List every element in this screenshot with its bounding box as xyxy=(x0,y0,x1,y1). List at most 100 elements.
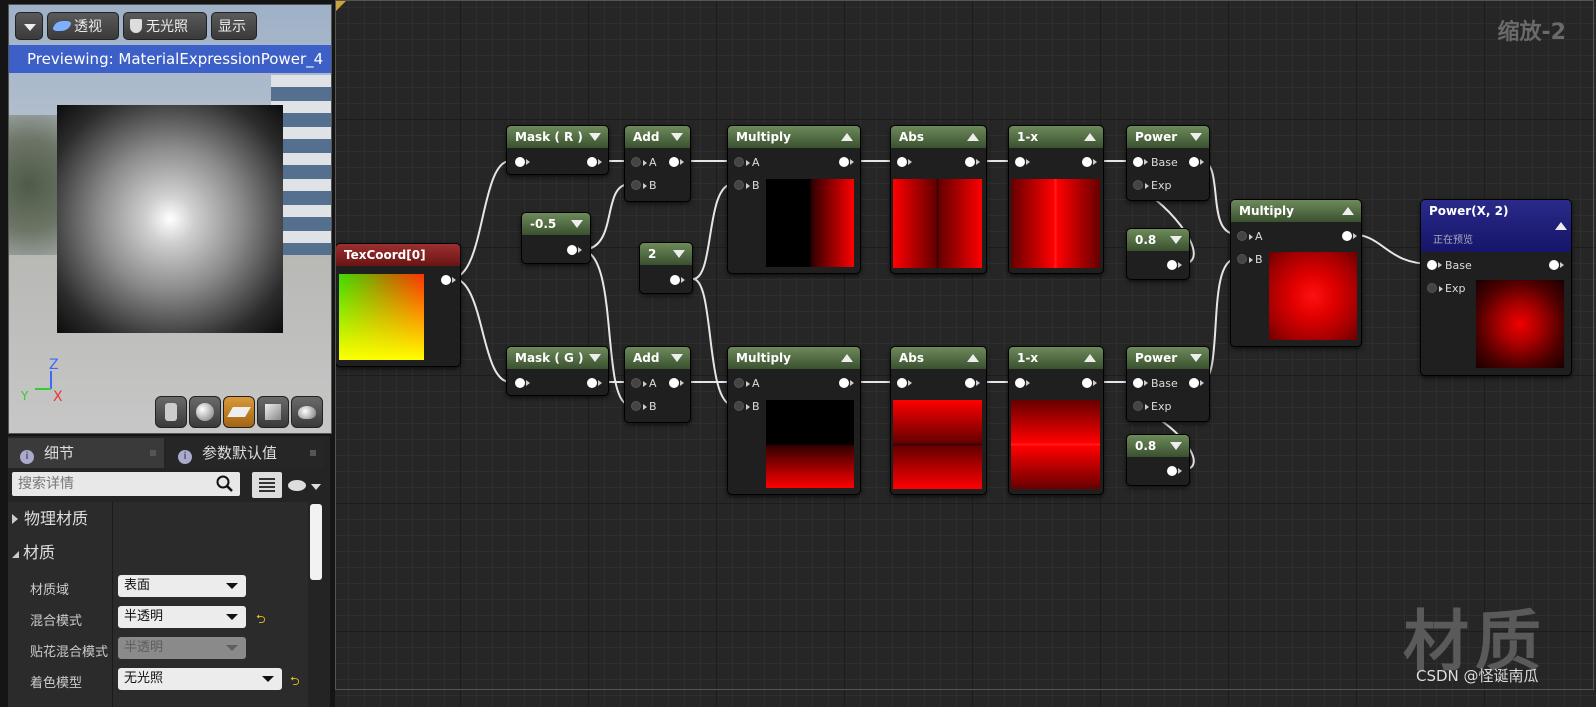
input-pin-exp[interactable] xyxy=(1133,180,1149,190)
collapse-icon[interactable] xyxy=(1342,207,1354,215)
input-pin-base[interactable] xyxy=(1427,260,1442,270)
sphere-preview-button[interactable] xyxy=(189,396,221,428)
input-pin-b[interactable] xyxy=(631,180,647,190)
input-pin-b[interactable] xyxy=(734,401,750,411)
node-result-power[interactable]: Power(X, 2) 正在预览 Base Exp xyxy=(1420,199,1572,376)
output-pin[interactable] xyxy=(1167,466,1182,476)
input-pin-a[interactable] xyxy=(1237,231,1253,241)
input-pin-exp[interactable] xyxy=(1133,401,1149,411)
tab-details[interactable]: i 细节 xyxy=(8,438,164,468)
collapse-icon[interactable] xyxy=(1084,133,1096,141)
node-one-minus-x-bottom[interactable]: 1-x xyxy=(1008,346,1104,495)
output-pin[interactable] xyxy=(567,245,582,255)
input-pin[interactable] xyxy=(515,378,530,388)
property-matrix-button[interactable] xyxy=(252,472,282,498)
input-pin-a[interactable] xyxy=(734,378,750,388)
cube-preview-button[interactable] xyxy=(257,396,289,428)
input-pin[interactable] xyxy=(897,157,912,167)
node-multiply-bottom[interactable]: Multiply A B xyxy=(727,346,861,495)
node-multiply-final[interactable]: Multiply A B xyxy=(1230,199,1362,347)
material-domain-select[interactable]: 表面 xyxy=(118,575,246,597)
show-button[interactable]: 显示 xyxy=(211,12,257,40)
output-pin[interactable] xyxy=(441,275,456,285)
node-const-neg05[interactable]: -0.5 xyxy=(521,212,591,264)
category-physical-material[interactable]: 物理材质 xyxy=(12,504,88,534)
visibility-options-button[interactable] xyxy=(286,476,326,496)
collapse-icon[interactable] xyxy=(589,354,601,362)
plane-preview-button[interactable] xyxy=(223,396,255,428)
collapse-icon[interactable] xyxy=(841,354,853,362)
input-pin-base[interactable] xyxy=(1133,157,1148,167)
collapse-icon[interactable] xyxy=(1170,236,1182,244)
output-pin[interactable] xyxy=(965,157,980,167)
category-material[interactable]: 材质 xyxy=(12,538,55,568)
shading-model-select[interactable]: 无光照 xyxy=(118,668,282,690)
input-pin[interactable] xyxy=(515,157,530,167)
node-abs-bottom[interactable]: Abs xyxy=(890,346,987,495)
tab-param-defaults[interactable]: i 参数默认值 xyxy=(166,438,324,468)
input-pin-b[interactable] xyxy=(1237,254,1253,264)
output-pin[interactable] xyxy=(669,157,684,167)
input-pin-base[interactable] xyxy=(1133,378,1148,388)
output-pin[interactable] xyxy=(839,378,854,388)
collapse-icon[interactable] xyxy=(671,354,683,362)
output-pin[interactable] xyxy=(1082,157,1097,167)
material-graph-canvas[interactable]: 缩放-2 材质 TexCoord[0] Mask (R) Mask (G … xyxy=(335,0,1596,707)
node-add-bottom[interactable]: Add A B xyxy=(624,346,691,423)
input-pin[interactable] xyxy=(1015,378,1030,388)
node-const-08-top[interactable]: 0.8 xyxy=(1126,228,1190,280)
cylinder-preview-button[interactable] xyxy=(155,396,187,428)
collapse-icon[interactable] xyxy=(967,354,979,362)
node-multiply-top[interactable]: Multiply A B xyxy=(727,125,861,274)
collapse-icon[interactable] xyxy=(967,133,979,141)
input-pin-b[interactable] xyxy=(631,401,647,411)
output-pin[interactable] xyxy=(1342,231,1357,241)
collapse-icon[interactable] xyxy=(1555,222,1567,230)
input-pin-exp[interactable] xyxy=(1427,283,1443,293)
output-pin[interactable] xyxy=(1167,260,1182,270)
blend-mode-select[interactable]: 半透明 xyxy=(118,606,246,628)
node-abs-top[interactable]: Abs xyxy=(890,125,987,274)
output-pin[interactable] xyxy=(669,378,684,388)
input-pin-a[interactable] xyxy=(631,157,647,167)
reset-default-icon[interactable]: ⮌ xyxy=(256,610,266,631)
perspective-button[interactable]: 透视 xyxy=(47,12,119,40)
collapse-icon[interactable] xyxy=(671,133,683,141)
node-power-top[interactable]: Power Base Exp xyxy=(1126,125,1210,201)
output-pin[interactable] xyxy=(1082,378,1097,388)
output-pin[interactable] xyxy=(1189,157,1204,167)
details-scrollbar[interactable] xyxy=(310,504,322,580)
input-pin[interactable] xyxy=(897,378,912,388)
tab-close-icon[interactable] xyxy=(310,450,316,456)
collapse-icon[interactable] xyxy=(673,250,685,258)
node-add-top[interactable]: Add A B xyxy=(624,125,691,202)
output-pin[interactable] xyxy=(1189,378,1204,388)
output-pin[interactable] xyxy=(670,275,685,285)
input-pin-a[interactable] xyxy=(734,157,750,167)
collapse-icon[interactable] xyxy=(1170,442,1182,450)
output-pin[interactable] xyxy=(965,378,980,388)
viewport-options-button[interactable] xyxy=(15,12,43,40)
output-pin[interactable] xyxy=(1549,260,1564,270)
collapse-icon[interactable] xyxy=(1084,354,1096,362)
collapse-icon[interactable] xyxy=(571,220,583,228)
reset-default-icon[interactable]: ⮌ xyxy=(290,672,300,693)
input-pin-b[interactable] xyxy=(734,180,750,190)
material-preview-viewport[interactable]: 透视 无光照 显示 Previewing: MaterialExpression… xyxy=(8,4,332,434)
node-const-2[interactable]: 2 xyxy=(639,242,693,294)
teapot-preview-button[interactable] xyxy=(291,396,323,428)
node-mask-r[interactable]: Mask ( R ) xyxy=(506,125,609,175)
node-texcoord[interactable]: TexCoord[0] xyxy=(335,243,461,367)
node-power-bottom[interactable]: Power Base Exp xyxy=(1126,346,1210,422)
node-one-minus-x-top[interactable]: 1-x xyxy=(1008,125,1104,274)
input-pin[interactable] xyxy=(1015,157,1030,167)
collapse-icon[interactable] xyxy=(589,133,601,141)
tab-close-icon[interactable] xyxy=(150,450,156,456)
output-pin[interactable] xyxy=(587,378,602,388)
collapse-icon[interactable] xyxy=(1190,354,1202,362)
node-const-08-bottom[interactable]: 0.8 xyxy=(1126,434,1190,486)
search-input[interactable]: 搜索详情 xyxy=(12,472,240,496)
collapse-icon[interactable] xyxy=(1190,133,1202,141)
collapse-icon[interactable] xyxy=(841,133,853,141)
output-pin[interactable] xyxy=(839,157,854,167)
